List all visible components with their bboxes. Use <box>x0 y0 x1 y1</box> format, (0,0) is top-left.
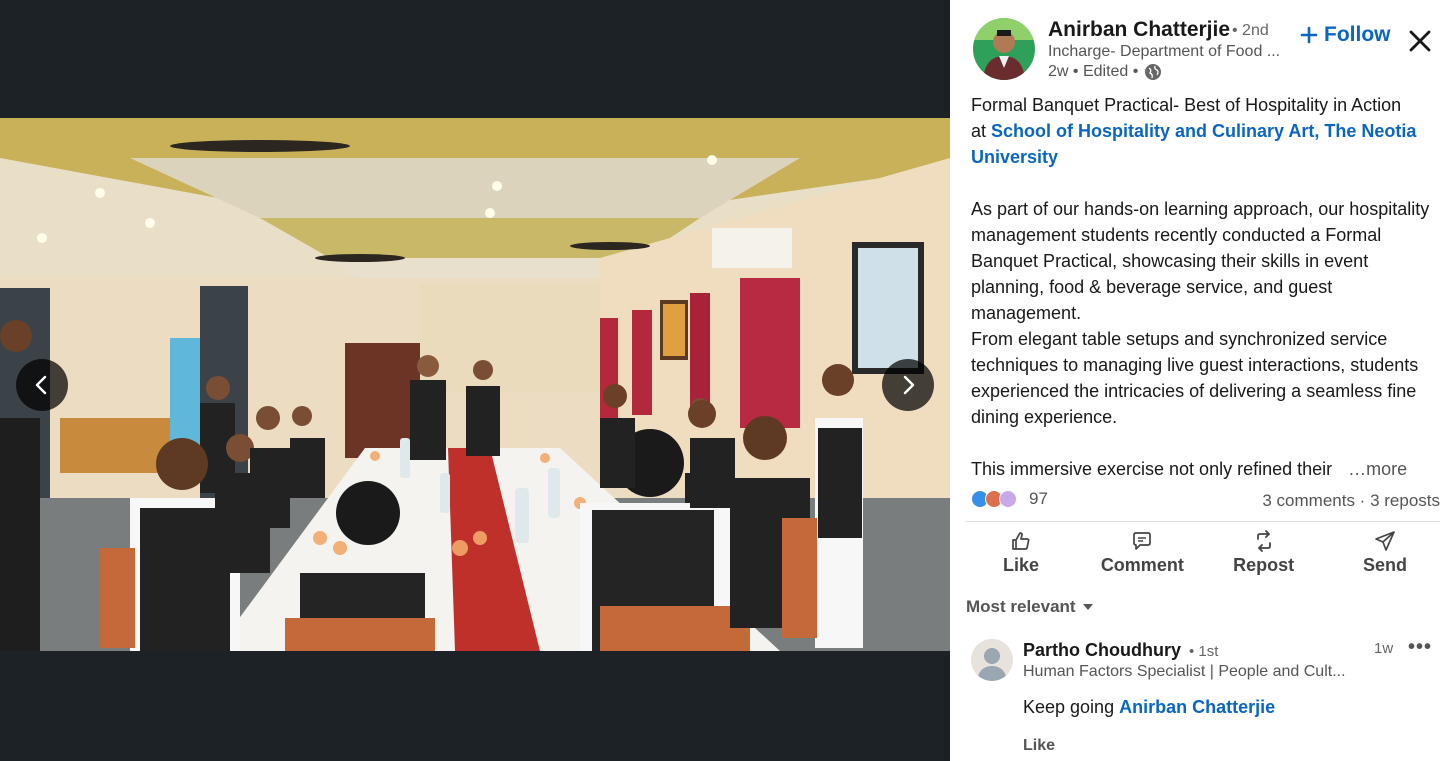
comment-button[interactable]: Comment <box>1087 530 1197 576</box>
commenter-degree: • 1st <box>1189 643 1219 660</box>
connection-degree: • 2nd <box>1232 22 1269 39</box>
sort-label: Most relevant <box>966 597 1076 616</box>
comments-reposts-count[interactable]: 3 comments · 3 reposts <box>1262 491 1440 511</box>
comment-label: Comment <box>1100 555 1184 575</box>
like-label: Like <box>1002 555 1040 575</box>
at-prefix: at <box>971 121 992 141</box>
comment-sort-dropdown[interactable]: Most relevant <box>966 597 1094 617</box>
post-meta: 2w • Edited • <box>1048 63 1162 81</box>
post-body: Formal Banquet Practical- Best of Hospit… <box>971 92 1441 482</box>
support-icon <box>999 490 1017 508</box>
post-paragraph-2: As part of our hands-on learning approac… <box>971 199 1430 323</box>
follow-label: Follow <box>1324 23 1391 46</box>
reaction-icons <box>971 490 1017 508</box>
repost-icon <box>1256 530 1271 552</box>
send-icon <box>1375 531 1395 551</box>
comment-icon <box>1133 532 1152 550</box>
author-headline: Incharge- Department of Food ... <box>1048 43 1281 60</box>
comment-like-button[interactable]: Like <box>1023 737 1055 755</box>
plus-icon <box>1300 26 1318 44</box>
repost-button[interactable]: Repost <box>1209 530 1319 576</box>
globe-icon <box>1145 64 1162 80</box>
comment-options-button[interactable]: ••• <box>1408 636 1432 659</box>
close-icon <box>1409 30 1431 52</box>
post-paragraph-4: This immersive exercise not only refined… <box>971 456 1441 482</box>
send-label: Send <box>1362 555 1407 575</box>
post-truncated-text: This immersive exercise not only refined… <box>971 459 1333 479</box>
author-name[interactable]: Anirban Chatterjie <box>1048 18 1230 42</box>
post-line-org: at School of Hospitality and Culinary Ar… <box>971 118 1441 170</box>
see-more-link[interactable]: …more <box>1348 459 1407 479</box>
close-button[interactable] <box>1405 26 1435 56</box>
send-button[interactable]: Send <box>1330 530 1440 576</box>
viewer-bottom-area <box>0 651 950 761</box>
chevron-right-icon <box>903 375 915 395</box>
media-viewer <box>0 0 950 761</box>
comment-text-prefix: Keep going <box>1023 697 1120 717</box>
comment-text: Keep going Anirban Chatterjie <box>1023 697 1275 718</box>
thumbs-up-icon <box>1012 532 1030 550</box>
repost-label: Repost <box>1233 555 1295 575</box>
post-line-1: Formal Banquet Practical- Best of Hospit… <box>971 95 1402 115</box>
post-detail-panel: Anirban Chatterjie • 2nd Incharge- Depar… <box>950 0 1456 761</box>
previous-image-button[interactable] <box>16 359 68 411</box>
like-button[interactable]: Like <box>966 530 1076 576</box>
author-avatar[interactable] <box>973 18 1035 80</box>
post-paragraph-3: From elegant table setups and synchroniz… <box>971 329 1419 427</box>
post-photo <box>0 118 950 651</box>
commenter-name[interactable]: Partho Choudhury <box>1023 640 1181 661</box>
reaction-count: 97 <box>1029 489 1048 508</box>
commenter-headline: Human Factors Specialist | People and Cu… <box>1023 663 1346 680</box>
comment-time: 1w <box>1374 640 1394 657</box>
comment-mention-link[interactable]: Anirban Chatterjie <box>1119 697 1275 717</box>
chevron-left-icon <box>35 375 47 395</box>
commenter-avatar[interactable] <box>971 639 1013 681</box>
reaction-summary[interactable]: 97 <box>971 489 1048 509</box>
org-link[interactable]: School of Hospitality and Culinary Art, … <box>971 121 1416 167</box>
divider <box>966 521 1440 522</box>
next-image-button[interactable] <box>882 359 934 411</box>
post-actions: Like Comment Repost Send <box>966 530 1440 576</box>
post-time: 2w • Edited • <box>1048 63 1139 80</box>
caret-down-icon <box>1082 604 1093 610</box>
follow-button[interactable]: Follow <box>1300 23 1391 47</box>
